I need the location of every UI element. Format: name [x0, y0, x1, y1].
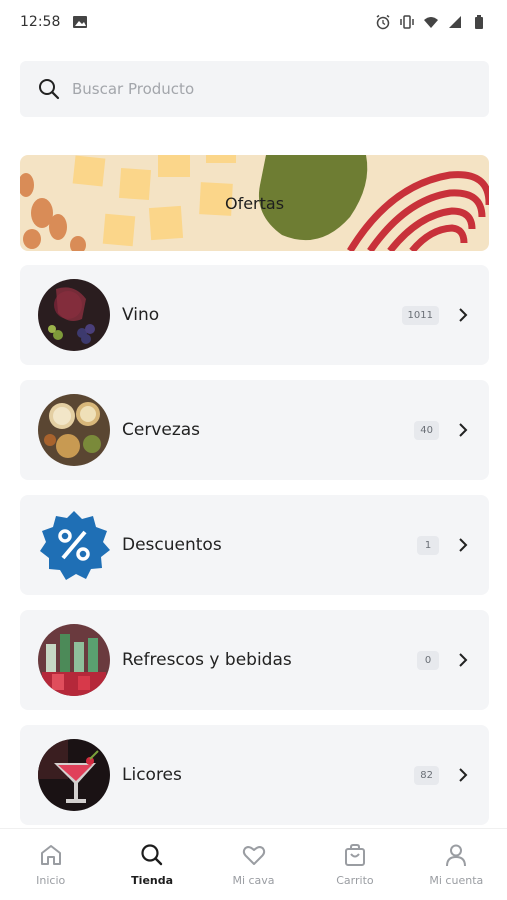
category-label: Licores — [122, 765, 182, 785]
category-count-badge: 0 — [417, 650, 439, 670]
wifi-icon — [424, 17, 438, 28]
nav-label: Mi cava — [232, 874, 275, 887]
nav-label: Inicio — [36, 874, 66, 887]
nav-item-tienda[interactable]: Tienda — [101, 829, 202, 900]
bottom-nav: Inicio Tienda Mi cava Carrito Mi cuenta — [0, 828, 507, 900]
search-input[interactable] — [72, 80, 452, 98]
nav-item-carrito[interactable]: Carrito — [304, 829, 405, 900]
chevron-right-icon — [459, 653, 468, 667]
category-count-badge: 82 — [414, 765, 439, 785]
heart-icon — [242, 846, 265, 865]
search-icon — [39, 79, 60, 100]
chevron-right-icon — [459, 423, 468, 437]
category-card-refrescos[interactable]: Refrescos y bebidas 0 — [20, 610, 489, 710]
category-card-descuentos[interactable]: Descuentos 1 — [20, 495, 489, 595]
status-time: 12:58 — [20, 14, 61, 30]
category-count-badge: 1011 — [401, 305, 439, 325]
category-count-badge: 1 — [417, 535, 439, 555]
nav-item-mi-cava[interactable]: Mi cava — [203, 829, 304, 900]
category-label: Vino — [122, 305, 160, 325]
cart-icon — [344, 844, 365, 866]
category-label: Descuentos — [122, 535, 222, 555]
cocktail-image — [38, 739, 110, 811]
nav-label: Mi cuenta — [429, 874, 484, 887]
status-icons — [375, 14, 487, 30]
chevron-right-icon — [459, 308, 468, 322]
category-label: Cervezas — [122, 420, 201, 440]
nav-item-inicio[interactable]: Inicio — [0, 829, 101, 900]
category-card-cervezas[interactable]: Cervezas 40 — [20, 380, 489, 480]
signal-icon — [449, 16, 461, 28]
nav-label: Tienda — [131, 874, 174, 887]
home-icon — [40, 845, 61, 865]
search-icon — [141, 844, 163, 866]
chevron-right-icon — [459, 768, 468, 782]
beer-image — [38, 394, 110, 466]
category-card-vino[interactable]: Vino 1011 — [20, 265, 489, 365]
category-count-badge: 40 — [414, 420, 439, 440]
status-bar: 12:58 — [0, 0, 507, 44]
vibrate-icon — [400, 15, 414, 29]
chevron-right-icon — [459, 538, 468, 552]
nav-label: Carrito — [336, 874, 374, 887]
category-label: Refrescos y bebidas — [122, 650, 292, 670]
nav-item-mi-cuenta[interactable]: Mi cuenta — [406, 829, 507, 900]
offers-banner[interactable]: Ofertas — [20, 155, 489, 251]
offers-label: Ofertas — [224, 193, 285, 213]
wine-image — [38, 279, 110, 351]
battery-icon — [475, 15, 483, 29]
category-card-licores[interactable]: Licores 82 — [20, 725, 489, 825]
image-notification-icon — [73, 16, 88, 28]
percent-badge-icon — [38, 509, 110, 581]
soft-drinks-image — [38, 624, 110, 696]
user-icon — [446, 844, 467, 867]
search-bar[interactable] — [20, 61, 489, 117]
alarm-icon — [376, 14, 390, 30]
